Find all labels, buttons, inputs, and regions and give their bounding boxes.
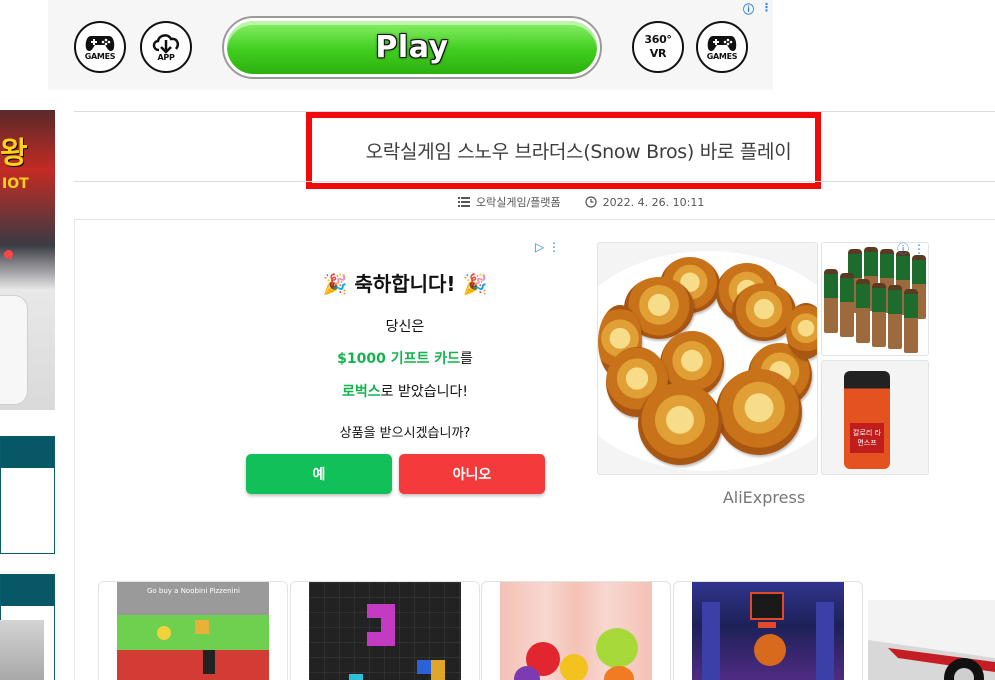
gift-headline-text: 축하합니다! <box>354 272 456 296</box>
top-banner-ad[interactable]: GAMES APP Play 360° VR GAMES ⓘ ⋮ <box>48 0 773 90</box>
game-card[interactable] <box>290 581 480 680</box>
promo-text-2: IOT <box>2 176 29 192</box>
jar-label: 칼로리 라면스프 <box>850 423 884 453</box>
post-meta: 오락실게임/플랫폼 2022. 4. 26. 10:11 <box>458 194 704 210</box>
ad-product-image-jar[interactable]: 칼로리 라면스프 <box>821 360 929 475</box>
gift-line-2: $1000 기프트 카드를 <box>240 348 570 368</box>
sidebar-ad-image[interactable] <box>868 600 995 680</box>
gift-line-3: 로벅스로 받았습니다! <box>240 381 570 401</box>
game-thumbnail[interactable] <box>309 582 461 680</box>
game-card[interactable] <box>481 581 671 680</box>
ad-brand-label[interactable]: AliExpress <box>597 488 931 507</box>
aliexpress-ad[interactable]: 칼로리 라면스프 ⓘ ⋮ AliExpress <box>597 242 931 512</box>
promo-text-1: 왕 <box>0 136 28 171</box>
download-cloud-icon <box>152 34 180 54</box>
gift-question: 상품을 받으시겠습니까? <box>339 426 471 441</box>
adchoices-icon[interactable]: ⓘ ⋮ <box>897 240 925 257</box>
party-popper-icon: 🎉 <box>322 272 348 296</box>
gift-currency: 로벅스 <box>342 384 381 400</box>
gamepad-icon <box>707 36 737 51</box>
games-caption: GAMES <box>84 52 116 61</box>
game-thumbnail[interactable] <box>500 582 652 680</box>
title-highlight-box: 오락실게임 스노우 브라더스(Snow Bros) 바로 플레이 <box>306 112 821 189</box>
game-thumbnail[interactable] <box>692 582 844 680</box>
game-card[interactable]: Go buy a Noobini Pizzenini <box>98 581 288 680</box>
car-image <box>868 640 995 680</box>
gift-line-3-rest: 로 받았습니다! <box>380 384 468 400</box>
gift-card-ad[interactable]: ▷ ⋮ 🎉 축하합니다! 🎉 당신은 $1000 기프트 카드를 로벅스로 받았… <box>240 236 570 506</box>
post-date: 2022. 4. 26. 10:11 <box>602 195 705 209</box>
sidebar-widget-header <box>1 575 54 606</box>
game-thumbnail[interactable]: Go buy a Noobini Pizzenini <box>117 582 269 680</box>
ad-product-image-pastry[interactable] <box>597 242 818 475</box>
vr-caption: VR <box>649 47 667 60</box>
no-button[interactable]: 아니오 <box>399 454 545 494</box>
gift-amount: $1000 기프트 카드 <box>337 351 460 367</box>
page: GAMES APP Play 360° VR GAMES ⓘ ⋮ 왕 IOT 오… <box>0 0 995 680</box>
divider <box>74 181 995 182</box>
post-category-link[interactable]: 오락실게임/플랫폼 <box>476 194 561 210</box>
sidebar-thumbnail[interactable] <box>0 620 44 680</box>
sidebar-widget-1 <box>0 436 55 554</box>
post-title: 오락실게임 스노우 브라더스(Snow Bros) 바로 플레이 <box>365 141 792 163</box>
yes-button[interactable]: 예 <box>246 454 392 494</box>
play-button[interactable]: Play <box>222 16 602 79</box>
sidebar-widget-header <box>1 437 54 468</box>
vr-button[interactable]: 360° VR <box>632 21 684 73</box>
play-label: Play <box>375 30 449 65</box>
party-popper-icon: 🎉 <box>462 272 488 296</box>
games-button[interactable]: GAMES <box>74 21 126 73</box>
game-card[interactable] <box>673 581 863 680</box>
ad-product-image-bottles[interactable] <box>821 242 929 356</box>
adchoices-icon[interactable]: ▷ ⋮ <box>535 240 560 254</box>
gamepad-icon <box>85 36 115 51</box>
list-icon <box>458 197 470 207</box>
ad-more-icon[interactable]: ⋮ <box>761 1 772 14</box>
ad-info-icon[interactable]: ⓘ <box>743 1 754 17</box>
vr-360-label: 360° <box>644 33 672 46</box>
sidebar-promo-image[interactable]: 왕 IOT <box>0 110 55 410</box>
gift-headline: 🎉 축하합니다! 🎉 <box>240 268 570 297</box>
app-button[interactable]: APP <box>140 21 192 73</box>
gift-line-1: 당신은 <box>385 319 425 335</box>
gift-line-2-rest: 를 <box>459 351 473 367</box>
games-caption-2: GAMES <box>706 52 738 61</box>
app-caption: APP <box>157 53 175 62</box>
games-button-2[interactable]: GAMES <box>696 21 748 73</box>
promo-device <box>0 295 28 405</box>
game-thumbnail-caption: Go buy a Noobini Pizzenini <box>147 587 240 595</box>
clock-icon <box>585 196 597 208</box>
promo-red-dot <box>4 250 13 259</box>
